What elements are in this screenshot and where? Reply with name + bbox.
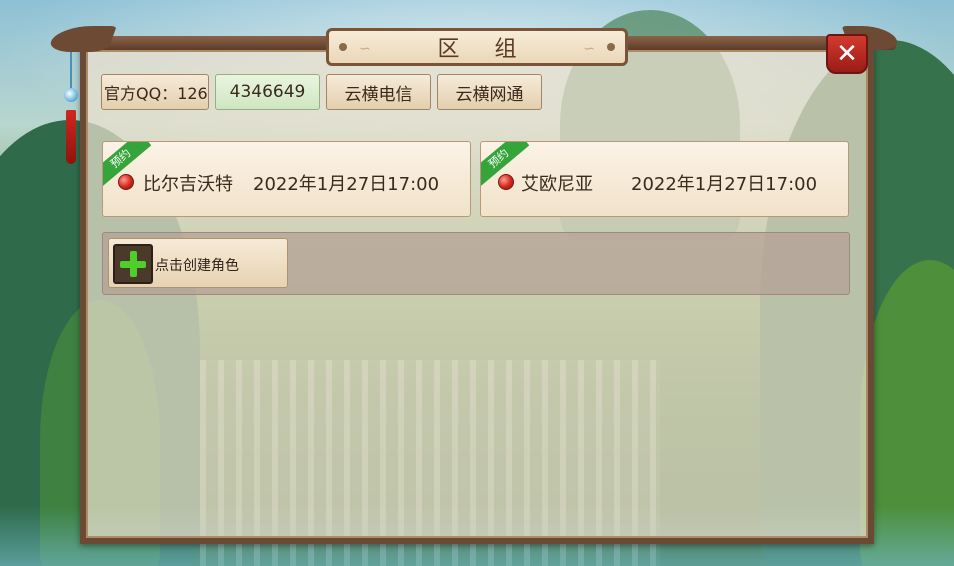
server-status-icon xyxy=(498,174,514,190)
official-qq-label: 官方QQ：126 xyxy=(104,84,208,103)
server-name: 比尔吉沃特 xyxy=(143,174,233,195)
tab-yunheng-telecom[interactable]: 云横电信 xyxy=(326,74,431,110)
server-open-time: 2022年1月27日17:00 xyxy=(253,174,440,195)
server-card[interactable]: 预约 艾欧尼亚 2022年1月27日17:00 xyxy=(480,141,849,217)
swirl-ornament-icon: ∽ xyxy=(359,41,371,57)
tab-label: 云横电信 xyxy=(344,84,413,105)
qq-number-label: 4346649 xyxy=(229,82,306,102)
close-button[interactable]: ✕ xyxy=(826,34,868,74)
page-title: 区 组 xyxy=(437,37,531,62)
server-card[interactable]: 预约 比尔吉沃特 2022年1月27日17:00 xyxy=(102,141,471,217)
tab-label: 云横网通 xyxy=(455,84,524,105)
tassel-ornament-icon xyxy=(62,52,80,164)
create-role-button[interactable]: 点击创建角色 xyxy=(108,238,288,288)
server-status-icon xyxy=(118,174,134,190)
tab-yunheng-netcom[interactable]: 云横网通 xyxy=(437,74,542,110)
qq-number-tab[interactable]: 4346649 xyxy=(215,74,320,110)
close-icon: ✕ xyxy=(836,39,858,69)
plus-icon xyxy=(113,244,153,284)
swirl-ornament-icon: ∽ xyxy=(583,41,595,57)
server-open-time: 2022年1月27日17:00 xyxy=(631,174,818,195)
create-role-label: 点击创建角色 xyxy=(155,258,239,274)
official-qq-button[interactable]: 官方QQ：126 xyxy=(101,74,209,110)
title-plate: ∽ 区 组 ∽ xyxy=(326,28,628,66)
server-name: 艾欧尼亚 xyxy=(521,174,593,195)
region-tab-row: 官方QQ：126 4346649 云横电信 云横网通 xyxy=(101,74,542,110)
